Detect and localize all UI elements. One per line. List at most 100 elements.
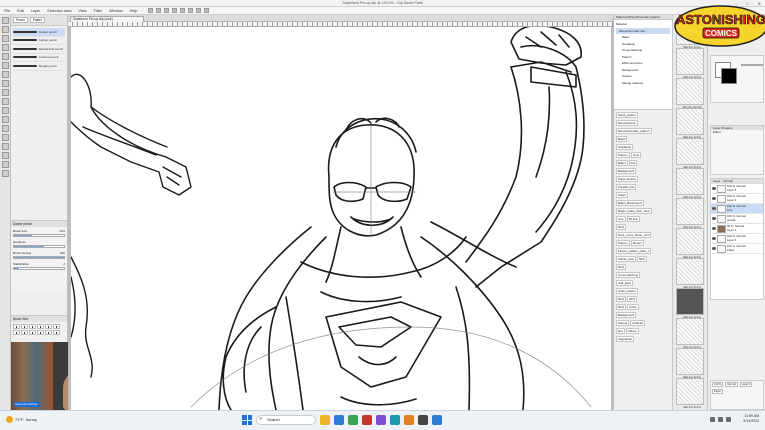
material-tag[interactable]: Tone (630, 152, 642, 158)
volume-icon[interactable] (718, 417, 723, 422)
brush-icon[interactable] (1, 80, 9, 87)
material-tag[interactable]: Circle (627, 304, 639, 310)
airbrush-icon[interactable] (1, 89, 9, 96)
menu-help[interactable]: Help (130, 9, 138, 13)
material-thumbnail[interactable]: SEG line 100 line (676, 78, 704, 109)
material-thumbnail[interactable]: SEG line 40 line (676, 198, 704, 229)
taskbar-app-icon[interactable] (334, 415, 344, 425)
brush-size-preset[interactable] (29, 330, 36, 335)
eye-icon[interactable] (712, 247, 716, 250)
zoom-icon[interactable] (1, 17, 9, 24)
new-icon[interactable] (148, 8, 154, 13)
taskbar-app-icon[interactable] (376, 415, 386, 425)
pen-icon[interactable] (1, 62, 9, 69)
material-tag[interactable]: Monochrome (616, 120, 638, 126)
material-thumbnail[interactable]: SEG line 50 line (676, 48, 704, 79)
brush-item[interactable]: Colored pencil (13, 54, 65, 62)
material-tag[interactable]: Monochromatic_pattern (616, 128, 652, 134)
material-tag[interactable]: 50% (616, 304, 627, 310)
material-tag[interactable]: line (628, 160, 638, 166)
taskbar-app-icon[interactable] (390, 415, 400, 425)
material-tag[interactable]: 50% (616, 224, 627, 230)
material-tag[interactable]: 50% (616, 296, 627, 302)
brush-size-preset[interactable] (13, 324, 20, 329)
brush-size-preset[interactable] (37, 330, 44, 335)
clock[interactable]: 11:59 AM 5/14/2023 (743, 414, 759, 424)
taskbar-app-icon[interactable] (362, 415, 372, 425)
material-tag[interactable]: Flower (630, 240, 644, 246)
material-tag[interactable]: Pattern (616, 240, 630, 246)
material-tag[interactable]: Sand_pattern (616, 112, 639, 118)
menu-selection-area[interactable]: Selection area (47, 9, 71, 13)
transform-icon[interactable] (196, 8, 202, 13)
material-tag[interactable]: School (616, 320, 630, 326)
figure-icon[interactable] (1, 134, 9, 141)
material-thumbnail[interactable]: SEG line 50 line (676, 258, 704, 289)
brush-size-preset[interactable] (13, 330, 20, 335)
eye-icon[interactable] (712, 217, 716, 220)
material-thumbnail[interactable]: SEG line 40 line (676, 288, 704, 319)
layer-bottom-chip[interactable]: Normal (725, 382, 738, 387)
material-tag[interactable]: Bright_Quiet_Soft_Tone (616, 208, 652, 214)
material-tag[interactable]: Background (616, 168, 637, 174)
fill-icon[interactable] (1, 116, 9, 123)
redo-icon[interactable] (180, 8, 186, 13)
blend-mode-select[interactable]: Normal (723, 179, 733, 183)
material-tag[interactable]: Soft_Expl (616, 280, 633, 286)
layer-bottom-chip[interactable]: Layer 3 (739, 382, 753, 387)
taskbar-app-icon[interactable] (348, 415, 358, 425)
tab-pencil[interactable]: Pencil (13, 17, 28, 23)
material-tag[interactable]: Effect (616, 160, 628, 166)
taskbar-app-icon[interactable] (404, 415, 414, 425)
battery-icon[interactable] (726, 417, 731, 422)
material-tag[interactable]: Vegetation (616, 336, 635, 342)
open-icon[interactable] (156, 8, 162, 13)
gradient-icon[interactable] (1, 125, 9, 132)
blend-icon[interactable] (1, 107, 9, 114)
brush-size-preset[interactable] (45, 330, 52, 335)
eraser-icon[interactable] (1, 98, 9, 105)
frame-icon[interactable] (1, 143, 9, 150)
brush-size-preset[interactable] (29, 324, 36, 329)
material-tag[interactable]: 20% (627, 296, 638, 302)
text-icon[interactable] (1, 152, 9, 159)
material-tag[interactable]: 50 line (626, 216, 640, 222)
brush-size-preset[interactable] (21, 324, 28, 329)
balloon-icon[interactable] (1, 161, 9, 168)
brush-item[interactable]: Rough pencil (13, 62, 65, 71)
layer-row[interactable]: 30 % Normal Layer 1 (711, 224, 763, 234)
tool-property-slider[interactable] (13, 267, 65, 270)
color-slider[interactable] (741, 64, 763, 66)
taskbar-app-icon[interactable] (418, 415, 428, 425)
sub-color-swatch[interactable] (721, 68, 737, 84)
layer-row[interactable]: 100 % Normal Line (711, 204, 763, 214)
menu-edit[interactable]: Edit (17, 9, 24, 13)
eye-icon[interactable] (712, 187, 716, 190)
brush-size-preset[interactable] (53, 324, 60, 329)
material-tag[interactable]: 50% (636, 256, 647, 262)
layer-row[interactable]: 100 % Normal Layer 2 (711, 194, 763, 204)
brush-item[interactable]: Lighter pencil (13, 37, 65, 45)
taskbar-app-icon[interactable] (432, 415, 442, 425)
material-tag[interactable]: Parallel_line (616, 184, 637, 190)
tool-property-slider[interactable] (13, 234, 65, 237)
material-tag[interactable]: Basic (616, 136, 628, 142)
material-thumbnail[interactable]: SEG line 10 line (676, 168, 704, 199)
weather-widget[interactable]: 71°F Sunny (6, 416, 37, 423)
material-thumbnail[interactable]: SEG line 20 line (676, 378, 704, 409)
pencil-icon[interactable] (1, 71, 9, 78)
lasso-icon[interactable] (1, 44, 9, 51)
material-tag[interactable]: Cloth_pattern (616, 288, 639, 294)
layer-row[interactable]: 100 % Normal Layer 5 (711, 184, 763, 194)
material-thumbnail[interactable]: SEG line 40 line (676, 348, 704, 379)
brush-size-preset[interactable] (45, 324, 52, 329)
brush-size-preset[interactable] (21, 330, 28, 335)
material-tag[interactable]: Background (616, 312, 637, 318)
material-thumbnail[interactable]: SEG line 20 line (676, 228, 704, 259)
layer-bottom-chip[interactable]: 100 % (712, 382, 724, 387)
layer-row[interactable]: 100 % Normal pencils (711, 214, 763, 224)
network-icon[interactable] (710, 417, 715, 422)
eye-icon[interactable] (712, 227, 716, 230)
layer-bottom-chip[interactable]: Paper (712, 389, 723, 394)
menu-layer[interactable]: Layer (31, 9, 41, 13)
